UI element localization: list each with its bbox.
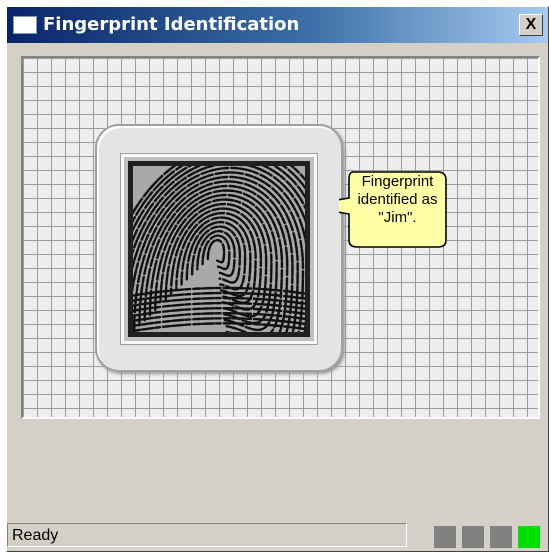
grid-canvas: Fingerprint identified as "Jim".: [21, 56, 540, 419]
window-title: Fingerprint Identification: [43, 14, 300, 35]
scanner-bezel: [121, 154, 317, 344]
close-button[interactable]: X: [519, 14, 543, 36]
callout-line-2: identified as: [357, 191, 438, 208]
indicator-1: [434, 526, 456, 548]
indicator-4: [518, 526, 540, 548]
status-indicators: [434, 526, 542, 548]
title-bar[interactable]: Fingerprint Identification X: [7, 7, 548, 43]
scanner-frame: [95, 124, 343, 372]
window-icon: [13, 16, 37, 34]
indicator-2: [462, 526, 484, 548]
identification-callout: Fingerprint identified as "Jim".: [339, 170, 448, 249]
callout-text: Fingerprint identified as "Jim".: [347, 173, 448, 227]
status-bar: Ready: [7, 523, 548, 551]
fingerprint-image: [133, 166, 305, 332]
callout-line-3: "Jim".: [378, 209, 417, 226]
fingerprint-window: Fingerprint Identification X Fingerprint…: [6, 6, 549, 552]
indicator-3: [490, 526, 512, 548]
status-text: Ready: [7, 523, 407, 547]
callout-line-1: Fingerprint: [361, 173, 434, 190]
fingerprint-display: [128, 161, 310, 337]
